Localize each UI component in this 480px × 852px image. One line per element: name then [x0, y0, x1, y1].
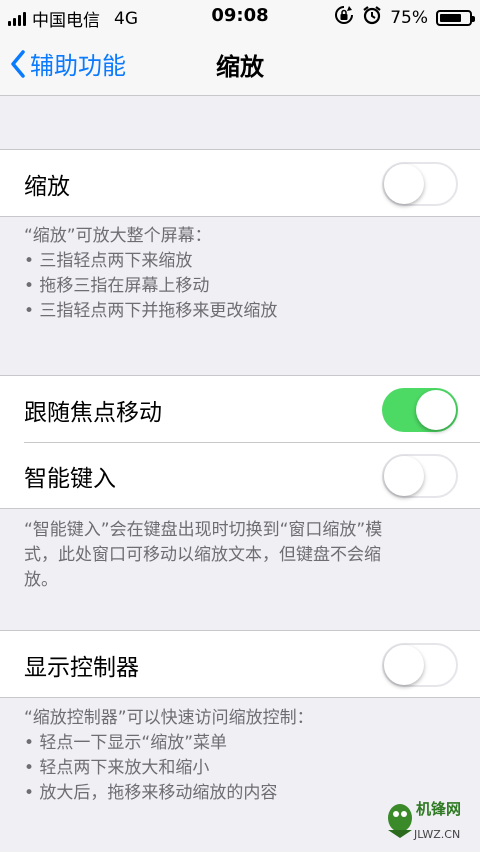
rotation-lock-icon	[334, 5, 354, 30]
footer-line: • 拖移三指在屏幕上移动	[24, 276, 210, 296]
show-controller-row: 显示控制器	[0, 631, 480, 697]
follow-focus-label: 跟随焦点移动	[24, 400, 162, 426]
footer-line: “缩放”可放大整个屏幕：	[24, 226, 212, 246]
footer-line: “缩放控制器”可以快速访问缩放控制：	[24, 708, 314, 728]
footer-line: 式，此处窗口可移动以缩放文本，但键盘不会缩	[24, 545, 381, 565]
zoom-row: 缩放	[0, 150, 480, 216]
toggle-knob	[384, 645, 424, 685]
zoom-toggle[interactable]	[382, 162, 458, 206]
watermark-logo-text: 机锋网	[416, 800, 461, 818]
toggle-knob	[384, 164, 424, 204]
footer-line: 放。	[24, 570, 58, 590]
watermark-logo: 机锋网 JLWZ.CN	[388, 800, 461, 841]
battery-percent: 75%	[390, 7, 428, 28]
battery-icon	[436, 9, 475, 26]
smart-typing-toggle[interactable]	[382, 454, 458, 498]
footer-line: • 三指轻点两下来缩放	[24, 251, 193, 271]
toggle-knob	[384, 456, 424, 496]
alarm-icon	[362, 5, 382, 30]
show-controller-label: 显示控制器	[24, 655, 139, 681]
watermark-text: JLWZ.CN	[413, 828, 460, 841]
follow-focus-toggle[interactable]	[382, 388, 458, 432]
smart-typing-footer: “智能键入”会在键盘出现时切换到“窗口缩放”模 式，此处窗口可移动以缩放文本，但…	[24, 518, 464, 593]
page-title: 缩放	[216, 53, 264, 81]
footer-line: “智能键入”会在键盘出现时切换到“窗口缩放”模	[24, 520, 383, 540]
follow-focus-row: 跟随焦点移动	[0, 376, 480, 442]
toggle-knob	[416, 390, 456, 430]
focus-typing-group: 跟随焦点移动 智能键入	[0, 375, 480, 509]
status-bar: 中国电信 4G 09:08 75%	[0, 0, 480, 32]
zoom-group: 缩放	[0, 149, 480, 217]
footer-line: • 轻点两下来放大和缩小	[24, 758, 210, 778]
controller-group: 显示控制器	[0, 630, 480, 698]
smart-typing-label: 智能键入	[24, 466, 116, 492]
show-controller-toggle[interactable]	[382, 643, 458, 687]
footer-line: • 轻点一下显示“缩放”菜单	[24, 733, 228, 753]
smart-typing-row: 智能键入	[0, 442, 480, 508]
zoom-label: 缩放	[24, 174, 70, 200]
footer-line: • 三指轻点两下并拖移来更改缩放	[24, 301, 278, 321]
navigation-bar: 辅助功能 缩放	[0, 32, 480, 96]
zoom-footer: “缩放”可放大整个屏幕： • 三指轻点两下来缩放 • 拖移三指在屏幕上移动 • …	[24, 224, 464, 324]
